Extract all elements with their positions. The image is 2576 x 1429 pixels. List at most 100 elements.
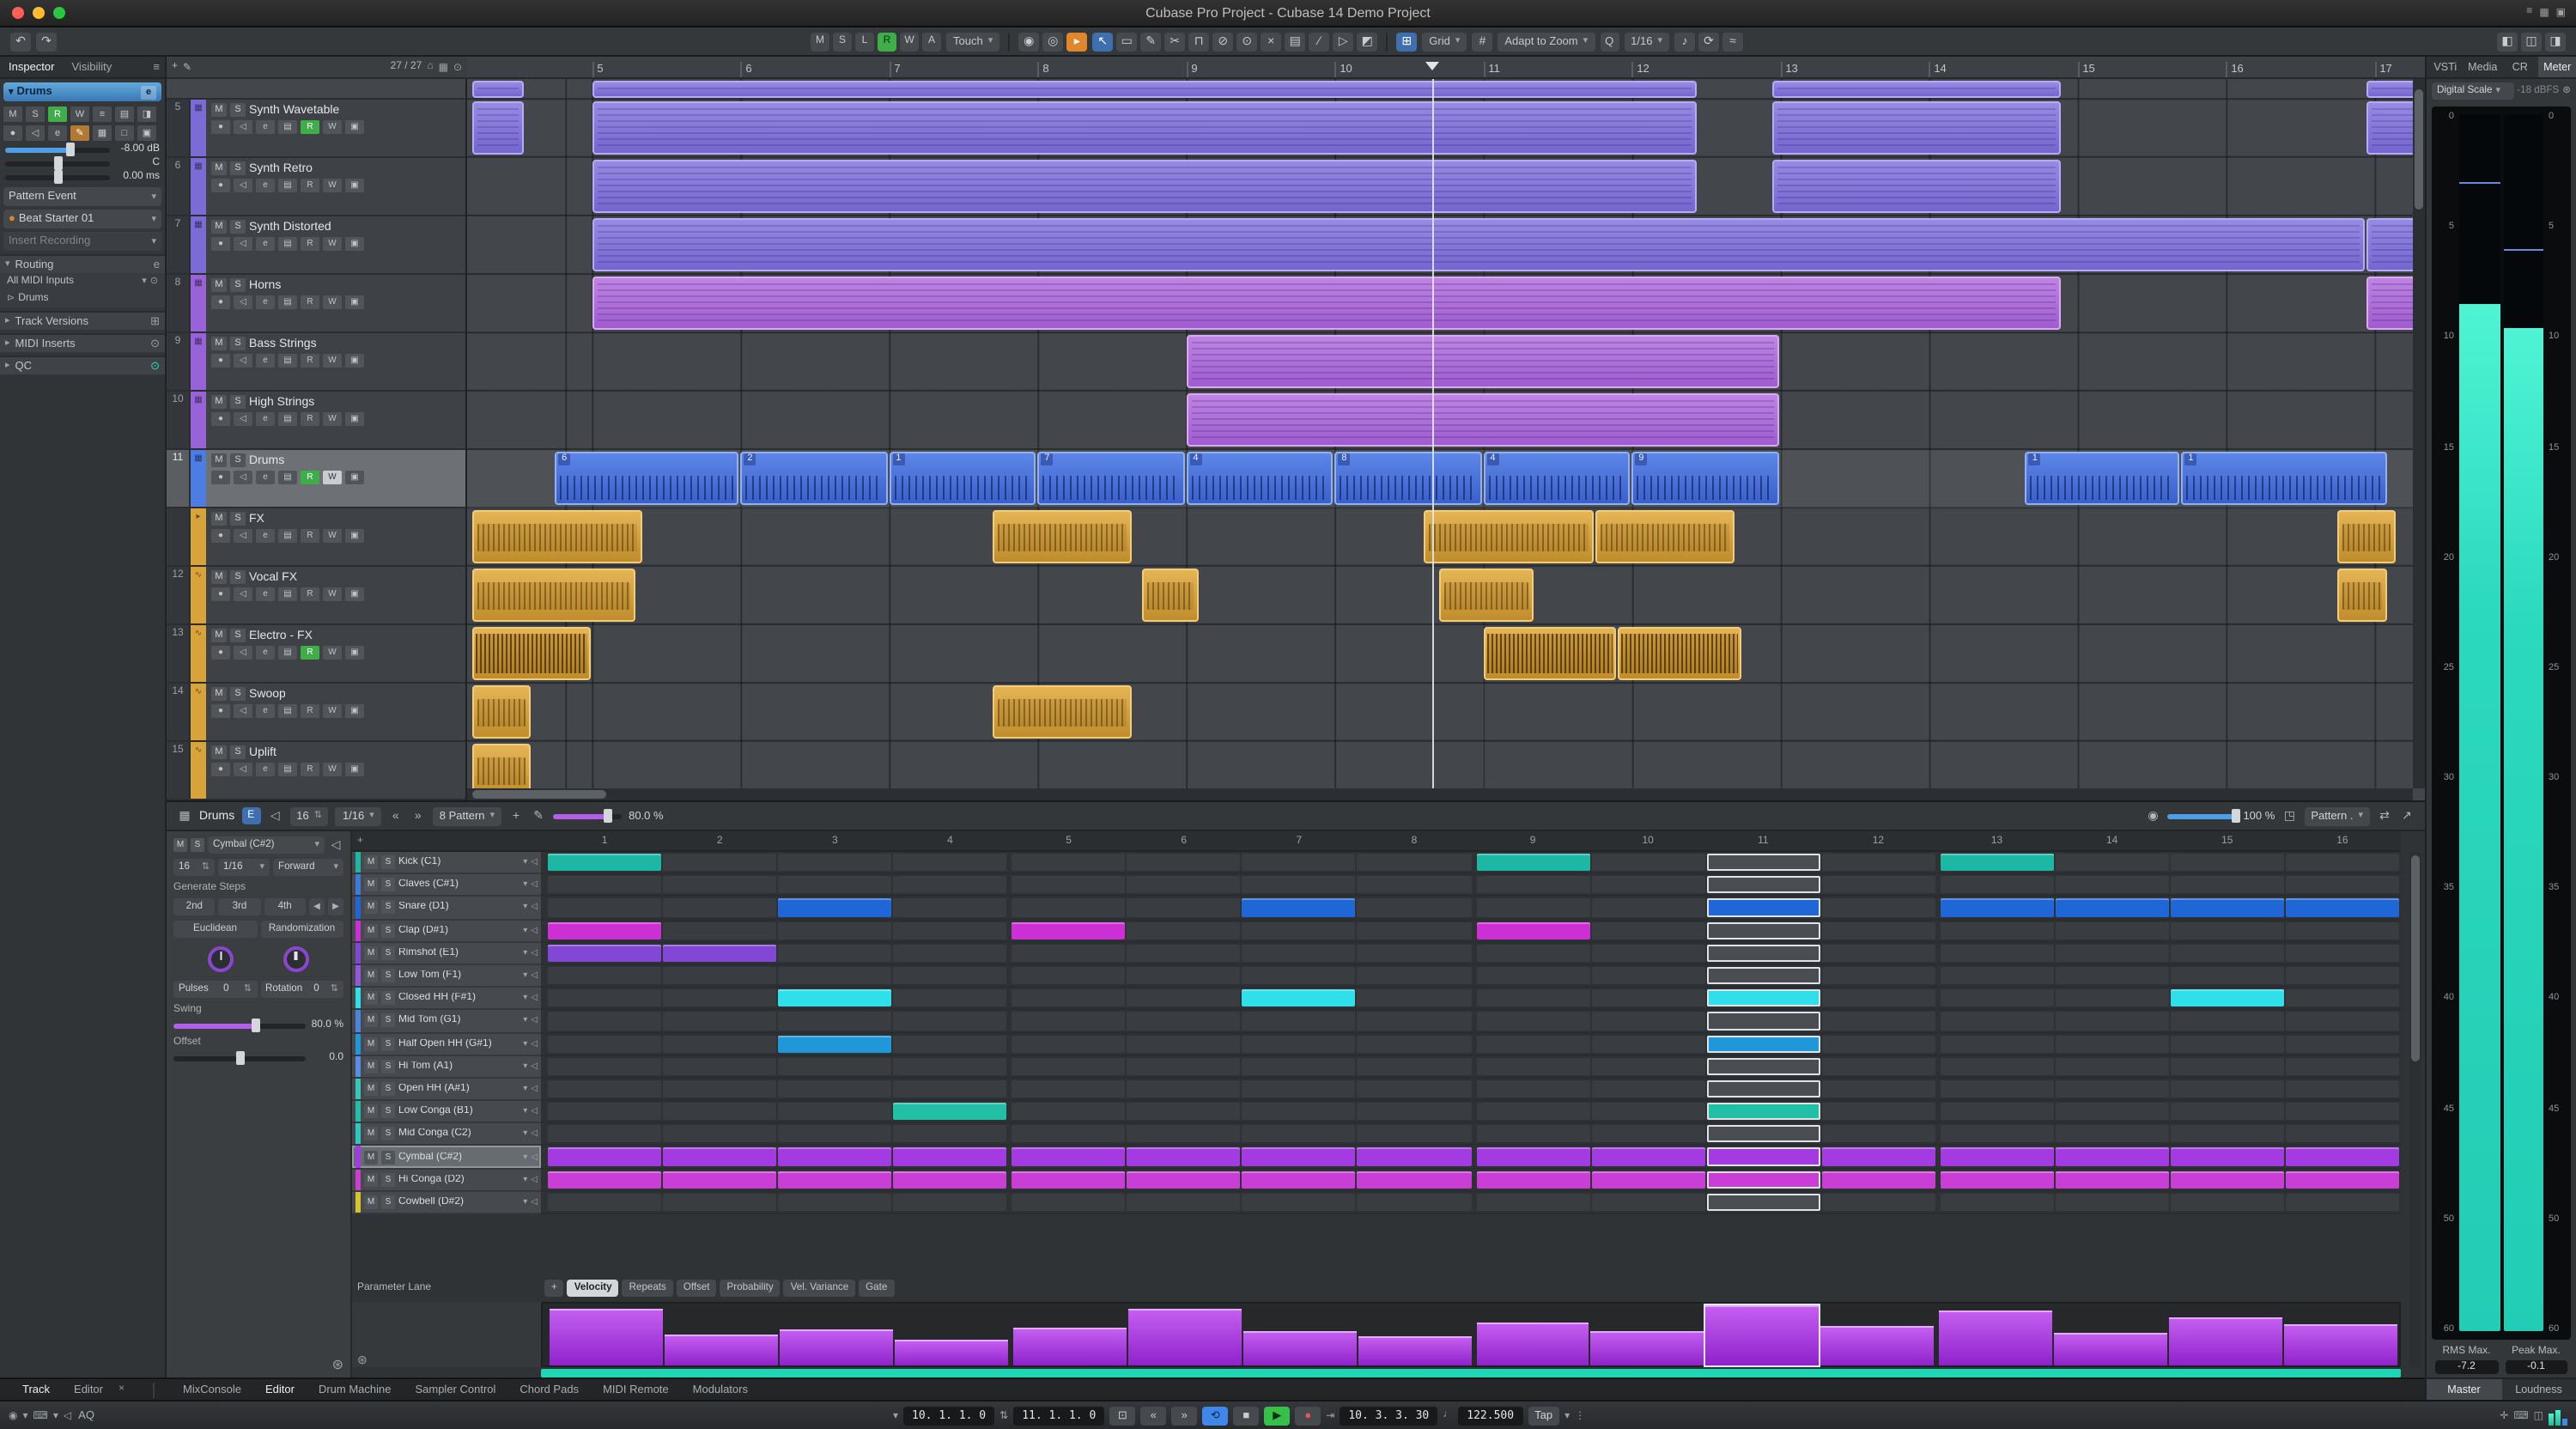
chevron-down-icon[interactable]: ▾ bbox=[523, 1197, 527, 1207]
clip[interactable] bbox=[472, 685, 532, 739]
lane-solo-button[interactable]: S bbox=[381, 855, 395, 870]
step-cell[interactable] bbox=[1476, 966, 1590, 985]
lane-preview-icon[interactable]: ◁ bbox=[531, 1061, 538, 1072]
step-cell[interactable] bbox=[1127, 1079, 1241, 1098]
add-track-button[interactable]: + bbox=[172, 62, 178, 72]
step-cell[interactable] bbox=[1591, 944, 1705, 962]
clip[interactable] bbox=[2366, 81, 2418, 98]
lane-mute-button[interactable]: M bbox=[364, 1172, 378, 1187]
step-cell[interactable] bbox=[1012, 989, 1126, 1007]
edit-instrument-button[interactable]: E bbox=[241, 807, 261, 824]
lane-mute-button[interactable]: M bbox=[173, 838, 187, 852]
track-row-synth-retro[interactable]: 6 ▦ M S Synth Retro ● ◁ e ▤ R W ▣ bbox=[167, 158, 465, 216]
step-cell[interactable] bbox=[1821, 1193, 1935, 1211]
more-icon[interactable]: ⋮ bbox=[1575, 1409, 1585, 1421]
aq-label[interactable]: AQ bbox=[78, 1409, 94, 1421]
step-cell[interactable] bbox=[1127, 1171, 1241, 1189]
step-cell[interactable] bbox=[2055, 944, 2169, 962]
grid-type-select[interactable]: Adapt to Zoom ▾ bbox=[1498, 32, 1595, 51]
add-lane-icon[interactable]: + bbox=[357, 836, 363, 846]
step-cell[interactable] bbox=[2285, 1125, 2399, 1143]
lane-preview-icon[interactable]: ◁ bbox=[531, 903, 538, 913]
step-cell[interactable] bbox=[1357, 1079, 1471, 1098]
audition-icon[interactable]: ▸ bbox=[1066, 32, 1088, 51]
write-automation-icon[interactable]: W bbox=[323, 763, 342, 776]
step-cell[interactable] bbox=[1940, 921, 2054, 939]
step-cell[interactable] bbox=[1821, 944, 1935, 962]
step-cell[interactable] bbox=[2170, 1079, 2284, 1098]
lane-solo-button[interactable]: S bbox=[381, 1172, 395, 1187]
read-automation-icon[interactable]: R bbox=[301, 412, 319, 426]
clip[interactable]: 1 bbox=[2025, 452, 2180, 505]
shift-left-icon[interactable]: ◀ bbox=[308, 898, 325, 915]
step-cell[interactable] bbox=[1821, 966, 1935, 985]
velocity-bar[interactable] bbox=[779, 1304, 893, 1365]
arrange-hscrollbar[interactable] bbox=[467, 788, 2413, 800]
step-cell[interactable] bbox=[1242, 1171, 1356, 1189]
step-cell[interactable] bbox=[2285, 944, 2399, 962]
step-cell[interactable] bbox=[1706, 989, 1820, 1007]
lane-label[interactable]: M S Cymbal (C#2) ▾ ◁ bbox=[352, 1146, 541, 1170]
quantize-icon[interactable]: Q bbox=[1600, 32, 1619, 51]
lane-label[interactable]: M S Snare (D1) ▾ ◁ bbox=[352, 897, 541, 921]
step-cell[interactable] bbox=[1591, 1057, 1705, 1075]
lane-solo-button[interactable]: S bbox=[191, 838, 204, 852]
right-locator-display[interactable]: 11. 1. 1. 0 bbox=[1013, 1406, 1105, 1425]
insert-recording-select[interactable]: Insert Recording ▾ bbox=[3, 232, 161, 251]
step-cell[interactable] bbox=[1591, 921, 1705, 939]
lane-resolution-select[interactable]: 1/16 ▾ bbox=[218, 859, 270, 876]
clip[interactable] bbox=[592, 160, 1698, 213]
step-cell[interactable] bbox=[893, 1079, 1007, 1098]
step-cell[interactable] bbox=[2170, 1193, 2284, 1211]
section-routing[interactable]: ▾ Routing e bbox=[0, 254, 165, 273]
step-cell[interactable] bbox=[2055, 876, 2169, 894]
clip[interactable] bbox=[472, 510, 642, 563]
monitor-icon[interactable]: ◁ bbox=[234, 412, 252, 426]
edit-channel-icon[interactable]: e bbox=[256, 120, 275, 134]
step-cell[interactable] bbox=[2170, 1103, 2284, 1121]
step-cell[interactable] bbox=[1821, 989, 1935, 1007]
record-arm-icon[interactable]: ● bbox=[211, 295, 230, 309]
freeze-icon[interactable]: ▤ bbox=[278, 763, 297, 776]
step-cell[interactable] bbox=[1591, 1079, 1705, 1098]
track-row-high-strings[interactable]: 10 ▦ M S High Strings ● ◁ e ▤ R W ▣ bbox=[167, 392, 465, 450]
step-cell[interactable] bbox=[1127, 1193, 1241, 1211]
snap-type-select[interactable]: Grid ▾ bbox=[1422, 32, 1467, 51]
tempo-mode-icon[interactable]: ▾ bbox=[1564, 1409, 1570, 1421]
step-cell[interactable] bbox=[1821, 921, 1935, 939]
step-cell[interactable] bbox=[1821, 1079, 1935, 1098]
lane-solo-button[interactable]: S bbox=[381, 923, 395, 938]
step-cell[interactable] bbox=[1476, 1057, 1590, 1075]
step-cell[interactable] bbox=[778, 989, 892, 1007]
step-cell[interactable] bbox=[1706, 944, 1820, 962]
chevron-down-icon[interactable]: ▾ bbox=[523, 970, 527, 981]
lane-preview-icon[interactable]: ◁ bbox=[531, 880, 538, 891]
rename-pattern-icon[interactable]: ✎ bbox=[531, 809, 546, 823]
read-automation-icon[interactable]: R bbox=[301, 471, 319, 484]
automation-w-button[interactable]: W bbox=[900, 32, 919, 51]
track-row-synth-distorted[interactable]: 7 ▦ M S Synth Distorted ● ◁ e ▤ R W ▣ bbox=[167, 216, 465, 275]
step-cell[interactable] bbox=[2285, 1147, 2399, 1166]
write-automation-icon[interactable]: W bbox=[323, 179, 342, 192]
stop-button[interactable]: ■ bbox=[1233, 1406, 1260, 1425]
edit-channel-icon[interactable]: e bbox=[256, 704, 275, 718]
lane-preview-icon[interactable]: ◁ bbox=[531, 1129, 538, 1140]
step-cell[interactable] bbox=[2170, 944, 2284, 962]
line-tool[interactable]: ∕ bbox=[1309, 32, 1330, 51]
edit-icon[interactable]: ✎ bbox=[183, 61, 191, 73]
lane-preview-icon[interactable]: ◁ bbox=[531, 1106, 538, 1116]
step-cell[interactable] bbox=[2170, 989, 2284, 1007]
freeze-icon[interactable]: ▤ bbox=[278, 295, 297, 309]
step-cell[interactable] bbox=[2055, 1103, 2169, 1121]
step-cell[interactable] bbox=[1012, 966, 1126, 985]
step-cell[interactable] bbox=[1127, 876, 1241, 894]
inspector-button[interactable]: □ bbox=[115, 125, 134, 141]
velocity-bar[interactable] bbox=[664, 1304, 778, 1365]
step-cell[interactable] bbox=[1476, 1079, 1590, 1098]
rms-max-value[interactable]: -7.2 bbox=[2435, 1360, 2498, 1374]
clip[interactable]: 2 bbox=[740, 452, 888, 505]
erase-tool[interactable]: ⊘ bbox=[1212, 32, 1234, 51]
step-cell[interactable] bbox=[2055, 1012, 2169, 1030]
velocity-bar[interactable] bbox=[1820, 1304, 1935, 1365]
lanes-icon[interactable]: ▣ bbox=[345, 295, 364, 309]
